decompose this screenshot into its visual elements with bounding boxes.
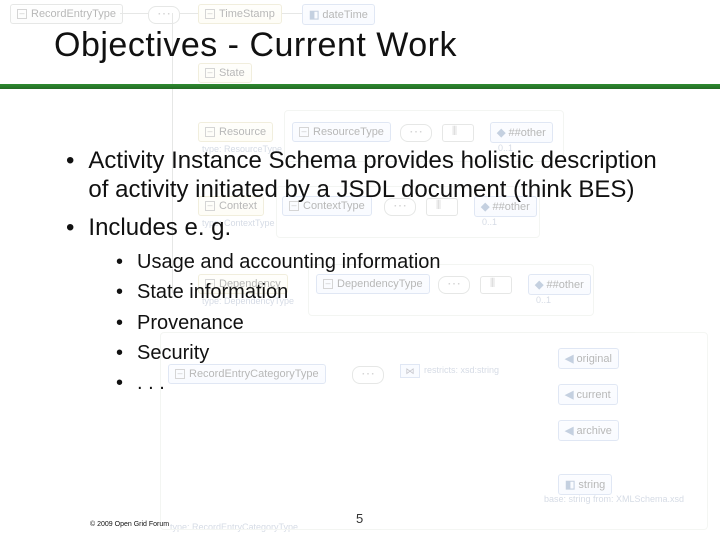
bullet-item: • Activity Instance Schema provides holi… — [66, 146, 680, 205]
bullet-marker: • — [66, 213, 74, 242]
bullet-text: Activity Instance Schema provides holist… — [88, 146, 680, 205]
bullet-list: • Activity Instance Schema provides holi… — [66, 146, 680, 402]
sub-bullet-list: •Usage and accounting information •State… — [116, 250, 680, 396]
footer-copyright: © 2009 Open Grid Forum — [90, 521, 169, 528]
title-rule — [0, 84, 720, 89]
sub-bullet-item: •Usage and accounting information — [116, 250, 680, 274]
slide-content: Objectives - Current Work • Activity Ins… — [0, 0, 720, 540]
page-number: 5 — [356, 511, 363, 526]
sub-bullet-item: •. . . — [116, 371, 680, 395]
sub-bullet-item: •State information — [116, 280, 680, 304]
slide-title: Objectives - Current Work — [54, 26, 457, 65]
sub-bullet-item: •Security — [116, 341, 680, 365]
bullet-item: • Includes e. g. — [66, 213, 680, 242]
sub-bullet-item: •Provenance — [116, 311, 680, 335]
bullet-text: Includes e. g. — [88, 213, 231, 242]
bullet-marker: • — [66, 146, 74, 205]
